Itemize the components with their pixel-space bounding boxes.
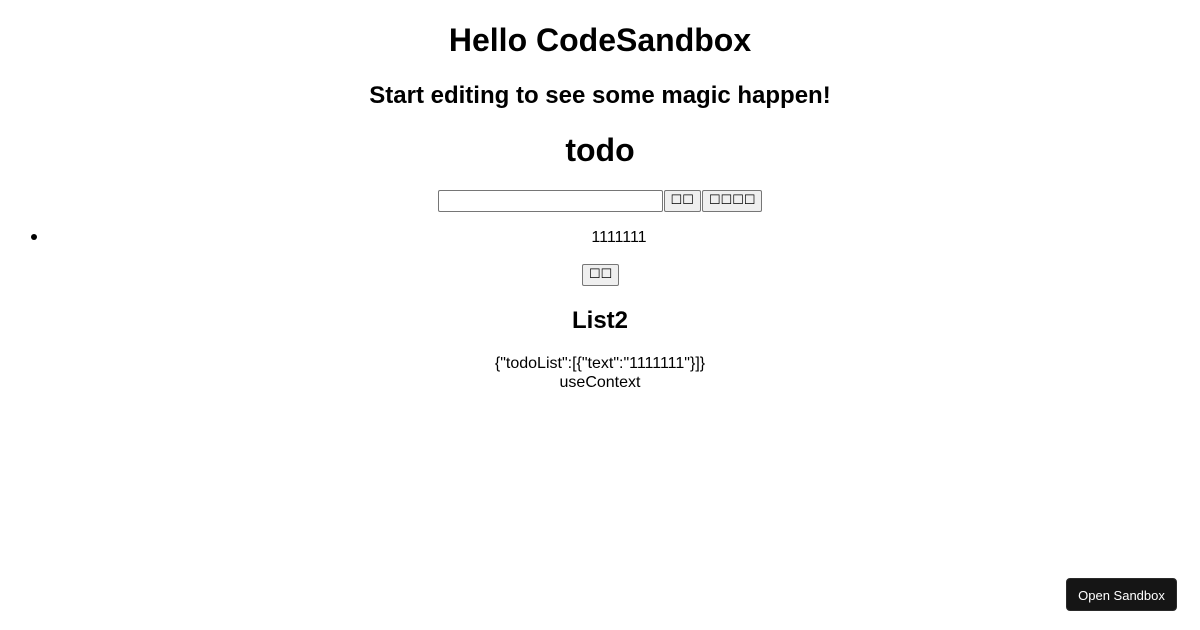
page-title: Hello CodeSandbox — [448, 22, 752, 58]
todo-input[interactable] — [437, 190, 663, 212]
todo-form: ☐☐ ☐☐☐☐ — [0, 190, 1200, 212]
bullet-icon — [31, 234, 37, 240]
list2-heading: List2 — [571, 307, 628, 334]
todo-list: 1111111 ☐☐ — [0, 228, 1200, 286]
delete-todo-button[interactable]: ☐☐ — [581, 264, 620, 286]
todo-item-text: 1111111 — [591, 229, 647, 246]
context-label: useContext — [559, 374, 641, 391]
todo-list-json: {"todoList":[{"text":"1111111"}]} — [494, 355, 706, 372]
add-todo-button[interactable]: ☐☐ — [663, 190, 701, 212]
todo-item-actions: ☐☐ — [0, 264, 1200, 286]
todo-heading: todo — [565, 132, 635, 168]
page-subtitle: Start editing to see some magic happen! — [369, 82, 831, 109]
open-sandbox-button[interactable]: Open Sandbox — [1066, 578, 1177, 611]
page: Hello CodeSandbox Start editing to see s… — [0, 0, 1200, 630]
list-item: 1111111 ☐☐ — [0, 228, 1200, 286]
clear-todo-button[interactable]: ☐☐☐☐ — [701, 190, 763, 212]
